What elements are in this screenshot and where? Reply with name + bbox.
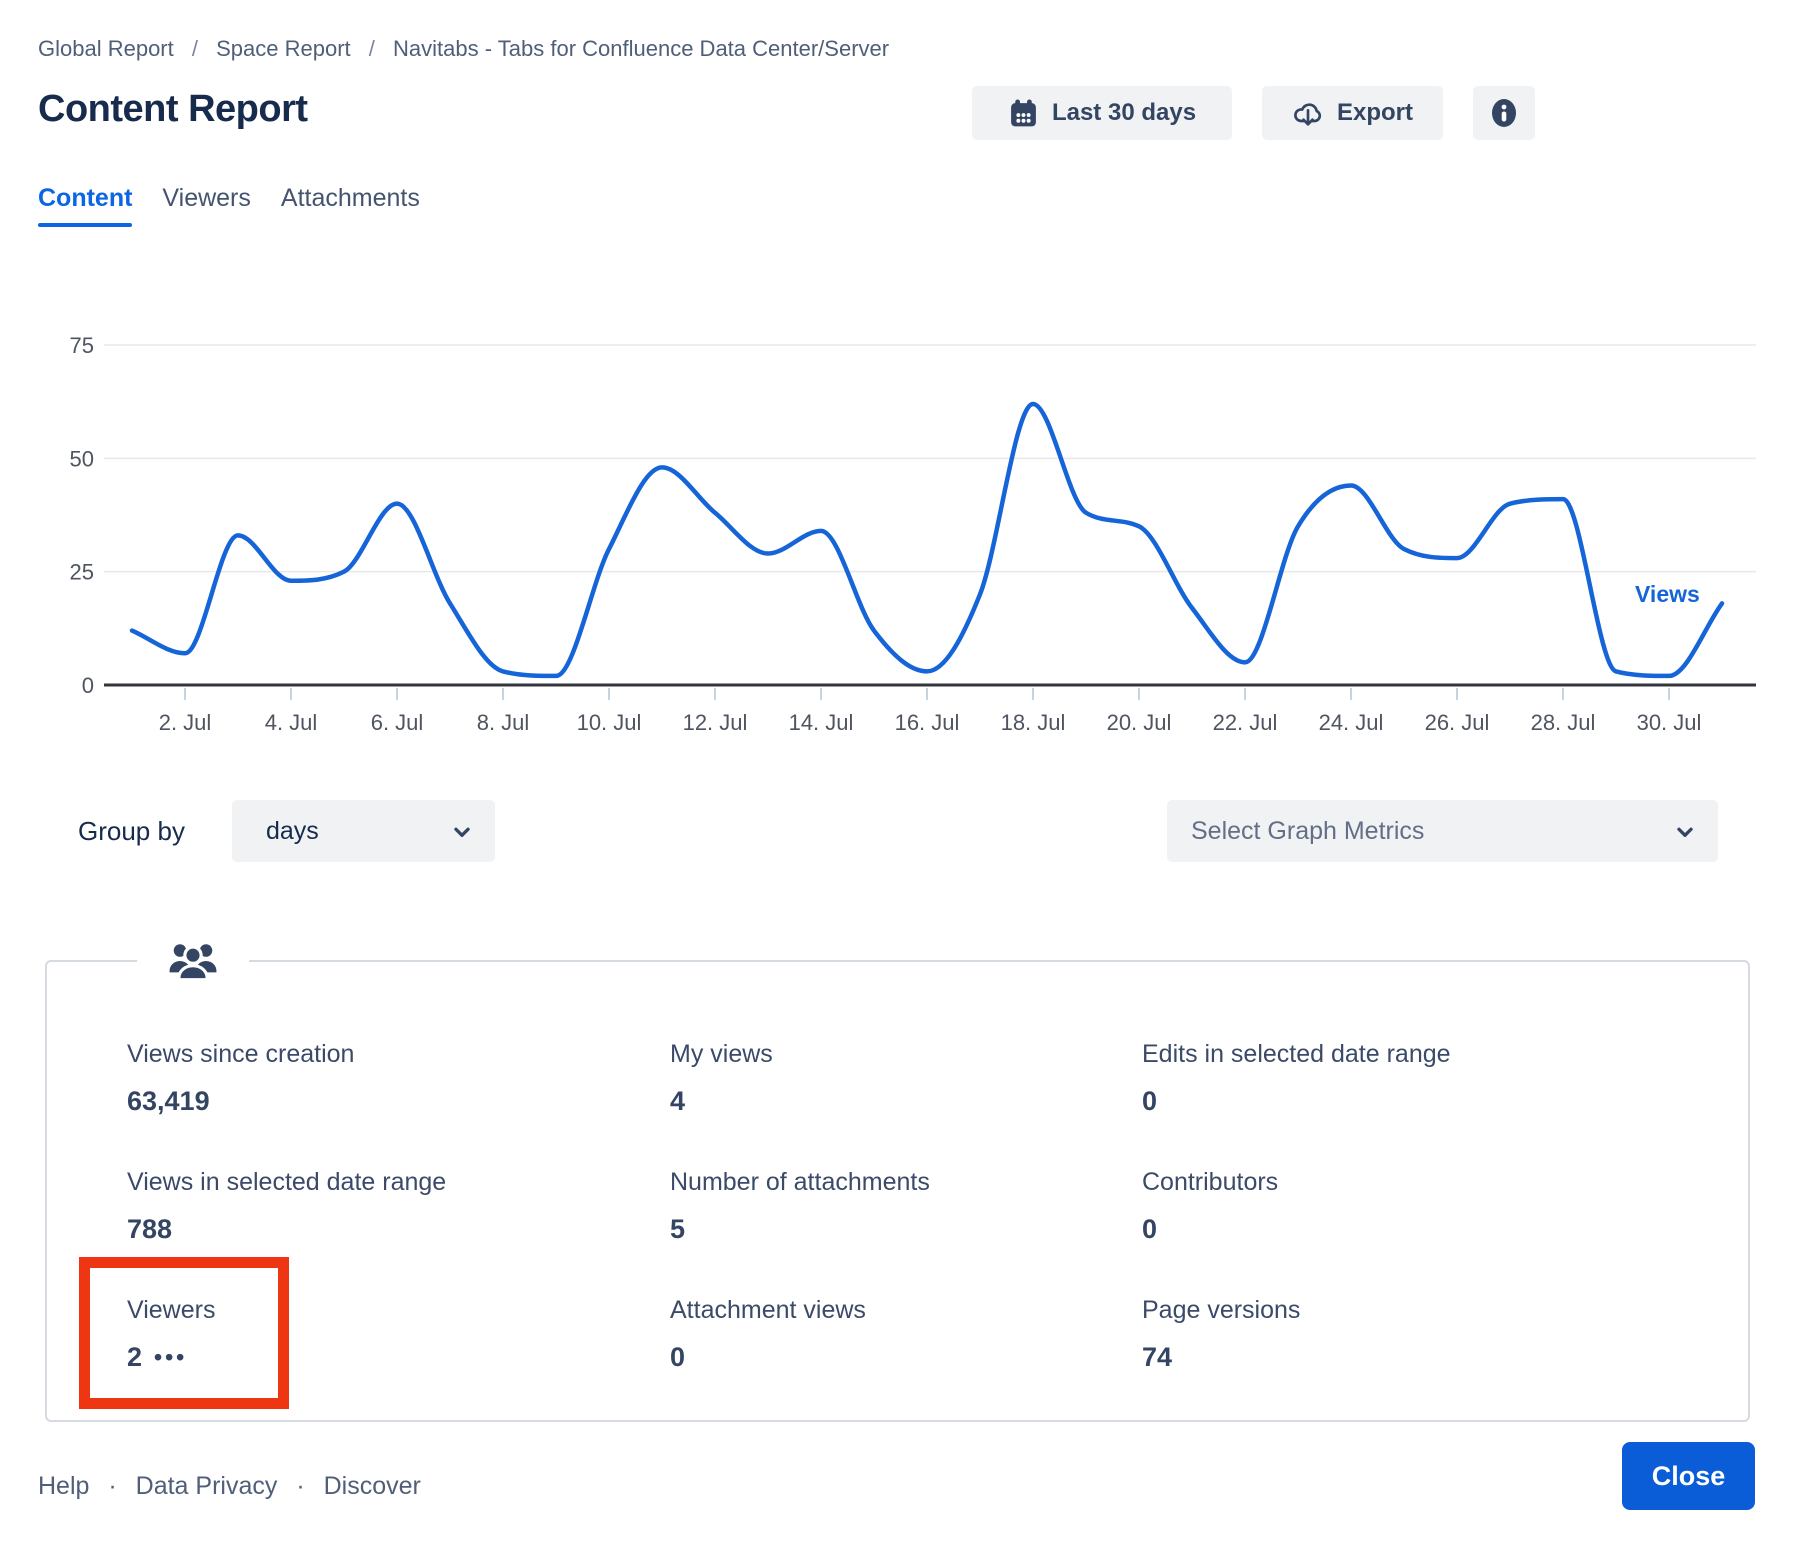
- svg-text:16. Jul: 16. Jul: [895, 710, 960, 735]
- svg-text:14. Jul: 14. Jul: [789, 710, 854, 735]
- views-line-chart: 0 25 50 75 2. Jul 4. Jul 6. Jul 8. Jul 10. Jul 12…: [38, 250, 1758, 750]
- close-button[interactable]: Close: [1622, 1442, 1755, 1510]
- card-icon-patch: [137, 936, 249, 988]
- breadcrumb-page[interactable]: Navitabs - Tabs for Confluence Data Cent…: [393, 36, 889, 61]
- stat-number-of-attachments: Number of attachments 5: [670, 1168, 930, 1245]
- svg-text:12. Jul: 12. Jul: [683, 710, 748, 735]
- info-button[interactable]: [1473, 86, 1535, 140]
- discover-link[interactable]: Discover: [324, 1472, 421, 1500]
- stat-views-in-range: Views in selected date range 788: [127, 1168, 446, 1245]
- stat-my-views: My views 4: [670, 1040, 773, 1117]
- svg-text:24. Jul: 24. Jul: [1319, 710, 1384, 735]
- svg-text:18. Jul: 18. Jul: [1001, 710, 1066, 735]
- people-group-icon: [168, 940, 218, 984]
- chevron-down-icon: [451, 821, 473, 850]
- stat-label: Views since creation: [127, 1040, 354, 1069]
- svg-text:25: 25: [70, 560, 94, 585]
- stat-value: 788: [127, 1214, 446, 1245]
- viewers-count: 2: [127, 1342, 142, 1373]
- stat-value: 0: [1142, 1086, 1451, 1117]
- svg-text:8. Jul: 8. Jul: [477, 710, 530, 735]
- stats-card: Views since creation 63,419 My views 4 E…: [45, 960, 1750, 1422]
- footer-separator: ·: [96, 1472, 128, 1500]
- svg-text:Views: Views: [1635, 581, 1700, 607]
- svg-text:30. Jul: 30. Jul: [1637, 710, 1702, 735]
- stat-label: Edits in selected date range: [1142, 1040, 1451, 1069]
- cloud-download-icon: [1292, 97, 1324, 129]
- svg-text:4. Jul: 4. Jul: [265, 710, 318, 735]
- stat-label: Contributors: [1142, 1168, 1278, 1197]
- stat-value: 5: [670, 1214, 930, 1245]
- svg-text:50: 50: [70, 446, 94, 471]
- graph-metrics-placeholder: Select Graph Metrics: [1191, 817, 1424, 846]
- export-label: Export: [1337, 99, 1413, 127]
- tab-viewers[interactable]: Viewers: [162, 184, 250, 227]
- stat-value: 2 •••: [127, 1342, 215, 1373]
- svg-text:22. Jul: 22. Jul: [1213, 710, 1278, 735]
- tab-attachments[interactable]: Attachments: [281, 184, 420, 227]
- stat-label: Page versions: [1142, 1296, 1300, 1325]
- info-icon: [1488, 97, 1520, 129]
- stat-views-since-creation: Views since creation 63,419: [127, 1040, 354, 1117]
- group-by-label: Group by: [78, 800, 185, 862]
- stat-attachment-views: Attachment views 0: [670, 1296, 866, 1373]
- stat-value: 63,419: [127, 1086, 354, 1117]
- group-by-select[interactable]: days: [232, 800, 495, 862]
- breadcrumb-global-report[interactable]: Global Report: [38, 36, 174, 61]
- date-range-label: Last 30 days: [1052, 99, 1196, 127]
- stat-value: 0: [670, 1342, 866, 1373]
- breadcrumb-separator: /: [357, 36, 387, 61]
- graph-metrics-select[interactable]: Select Graph Metrics: [1167, 800, 1718, 862]
- content-report-dialog: Global Report / Space Report / Navitabs …: [0, 0, 1794, 1542]
- stat-label: Number of attachments: [670, 1168, 930, 1197]
- svg-text:6. Jul: 6. Jul: [371, 710, 424, 735]
- help-link[interactable]: Help: [38, 1472, 89, 1500]
- date-range-button[interactable]: Last 30 days: [972, 86, 1232, 140]
- svg-text:2. Jul: 2. Jul: [159, 710, 212, 735]
- stat-value: 0: [1142, 1214, 1278, 1245]
- svg-text:75: 75: [70, 333, 94, 358]
- page-title: Content Report: [38, 88, 308, 131]
- svg-text:26. Jul: 26. Jul: [1425, 710, 1490, 735]
- tab-bar: Content Viewers Attachments: [38, 184, 420, 227]
- stat-edits-in-range: Edits in selected date range 0: [1142, 1040, 1451, 1117]
- breadcrumb-space-report[interactable]: Space Report: [216, 36, 351, 61]
- svg-text:28. Jul: 28. Jul: [1531, 710, 1596, 735]
- tab-content[interactable]: Content: [38, 184, 132, 227]
- stat-label: Viewers: [127, 1296, 215, 1325]
- stat-label: Attachment views: [670, 1296, 866, 1325]
- calendar-icon: [1008, 98, 1039, 129]
- stat-label: My views: [670, 1040, 773, 1069]
- data-privacy-link[interactable]: Data Privacy: [136, 1472, 278, 1500]
- chevron-down-icon: [1674, 821, 1696, 850]
- breadcrumb: Global Report / Space Report / Navitabs …: [38, 36, 889, 62]
- breadcrumb-separator: /: [180, 36, 210, 61]
- footer: Help · Data Privacy · Discover: [38, 1472, 421, 1501]
- footer-separator: ·: [284, 1472, 316, 1500]
- stat-contributors: Contributors 0: [1142, 1168, 1278, 1245]
- svg-text:10. Jul: 10. Jul: [577, 710, 642, 735]
- stat-label: Views in selected date range: [127, 1168, 446, 1197]
- svg-text:20. Jul: 20. Jul: [1107, 710, 1172, 735]
- stat-value: 74: [1142, 1342, 1300, 1373]
- stat-viewers: Viewers 2 •••: [127, 1296, 215, 1373]
- export-button[interactable]: Export: [1262, 86, 1443, 140]
- svg-text:0: 0: [82, 673, 94, 698]
- show-more-viewers-button[interactable]: •••: [154, 1346, 187, 1369]
- group-by-value: days: [266, 817, 319, 846]
- stat-value: 4: [670, 1086, 773, 1117]
- stat-page-versions: Page versions 74: [1142, 1296, 1300, 1373]
